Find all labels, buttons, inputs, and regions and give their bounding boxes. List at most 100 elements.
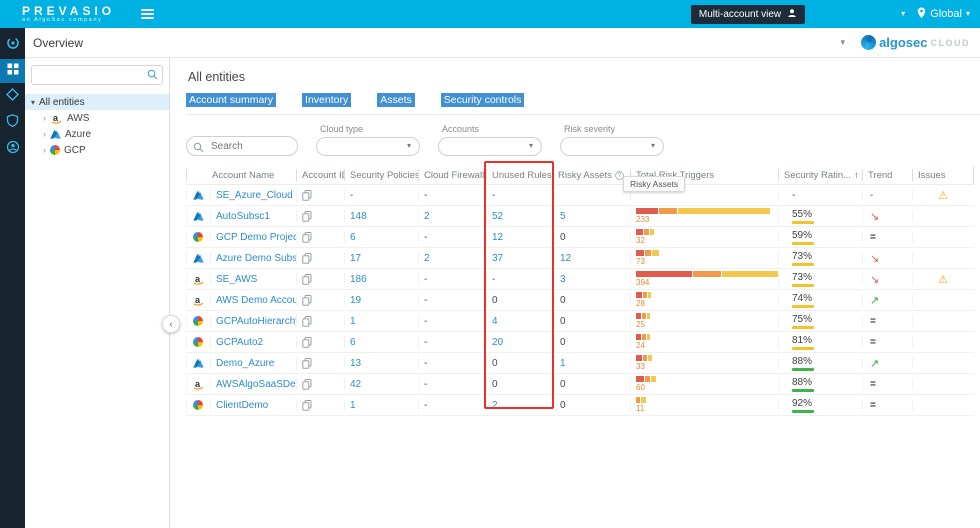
prevasio-logo: PREVASIO an AlgoSec company bbox=[22, 5, 115, 23]
account-name-link[interactable]: SE_AWS bbox=[216, 274, 257, 285]
unused-rules-value[interactable]: 4 bbox=[492, 316, 498, 327]
accounts-select[interactable]: ▾ bbox=[438, 137, 542, 156]
risk-segment-red bbox=[636, 271, 692, 277]
collapse-caret-icon[interactable]: ▾ bbox=[31, 98, 35, 107]
security-policies-value[interactable]: 13 bbox=[350, 358, 361, 369]
tab-account-summary[interactable]: Account summary bbox=[186, 93, 277, 107]
copy-icon[interactable] bbox=[302, 231, 312, 243]
tree-root-all-entities[interactable]: ▾ All entities bbox=[25, 94, 169, 110]
brand-subtitle: an AlgoSec company bbox=[22, 17, 103, 23]
copy-icon[interactable] bbox=[302, 273, 312, 285]
account-name-link[interactable]: Demo_Azure bbox=[216, 358, 274, 369]
expand-icon[interactable]: › bbox=[43, 145, 46, 155]
tree-item-azure[interactable]: › Azure bbox=[25, 126, 169, 142]
menu-icon[interactable] bbox=[141, 9, 155, 19]
region-selector[interactable]: Global ▾ bbox=[917, 7, 970, 22]
col-cloud-firewalls[interactable]: Cloud Firewalls bbox=[418, 166, 486, 184]
tab-assets[interactable]: Assets bbox=[377, 93, 415, 107]
copy-icon[interactable] bbox=[302, 336, 312, 348]
risky-assets-value: 0 bbox=[560, 315, 566, 327]
unused-rules-value[interactable]: 12 bbox=[492, 232, 503, 243]
tab-security-controls[interactable]: Security controls bbox=[440, 93, 525, 107]
table-row: ClientDemo 1 - 2 0 11 92% = bbox=[186, 395, 974, 416]
security-policies-value[interactable]: 17 bbox=[350, 253, 361, 264]
overview-caret-icon[interactable]: ▾ bbox=[841, 37, 846, 48]
risky-assets-value[interactable]: 1 bbox=[560, 358, 566, 369]
sidebar-item-assets[interactable] bbox=[0, 85, 25, 109]
account-name-link[interactable]: Azure Demo Subscriptio bbox=[216, 253, 296, 264]
col-unused-rules[interactable]: Unused Rules bbox=[486, 166, 552, 184]
unused-rules-value: 0 bbox=[492, 357, 498, 369]
security-policies-value[interactable]: 6 bbox=[350, 337, 356, 348]
account-name-cell: AWSAlgoSaaSDevAccou bbox=[210, 374, 296, 394]
security-policies-value[interactable]: 186 bbox=[350, 274, 367, 285]
collapse-panel-button[interactable]: ‹ bbox=[162, 315, 180, 333]
account-name-link[interactable]: AWS Demo Account bbox=[216, 295, 296, 306]
col-issues[interactable]: Issues bbox=[912, 166, 974, 184]
copy-icon[interactable] bbox=[302, 189, 312, 201]
copy-icon[interactable] bbox=[302, 315, 312, 327]
cloud-type-select[interactable]: ▾ bbox=[316, 137, 420, 156]
tree-search-input[interactable] bbox=[31, 65, 163, 85]
tree-item-gcp[interactable]: › GCP bbox=[25, 142, 169, 158]
provider-cell bbox=[186, 206, 210, 226]
risky-assets-cell: 12 bbox=[552, 248, 630, 268]
unused-rules-value[interactable]: 37 bbox=[492, 253, 503, 264]
account-name-link[interactable]: GCPAuto2 bbox=[216, 337, 263, 348]
risky-assets-value[interactable]: 3 bbox=[560, 274, 566, 285]
security-policies-value[interactable]: 148 bbox=[350, 211, 367, 222]
tree-items: › a AWS › Azure › GCP bbox=[25, 110, 169, 158]
risky-assets-value[interactable]: 12 bbox=[560, 253, 571, 264]
security-policies-value[interactable]: 19 bbox=[350, 295, 361, 306]
unused-rules-value[interactable]: 52 bbox=[492, 211, 503, 222]
gcp-icon bbox=[50, 145, 60, 155]
tree-item-aws[interactable]: › a AWS bbox=[25, 110, 169, 126]
sidebar-item-security[interactable] bbox=[0, 111, 25, 135]
copy-icon[interactable] bbox=[302, 378, 312, 390]
col-security-policies[interactable]: Security Policies bbox=[344, 166, 418, 184]
sidebar-item-home[interactable] bbox=[0, 33, 25, 57]
table-row: a SE_AWS 186 - - 3 394 73% ↘ ⚠ bbox=[186, 269, 974, 290]
cloud-firewalls-value[interactable]: 2 bbox=[424, 211, 430, 222]
sidebar-item-dashboard[interactable] bbox=[0, 59, 25, 83]
risk-trigger-bar: 11 bbox=[636, 397, 646, 413]
unused-rules-value[interactable]: 2 bbox=[492, 400, 498, 411]
cloud-firewalls-value[interactable]: 2 bbox=[424, 253, 430, 264]
copy-icon[interactable] bbox=[302, 357, 312, 369]
account-name-link[interactable]: ClientDemo bbox=[216, 400, 268, 411]
risk-severity-select[interactable]: ▾ bbox=[560, 137, 664, 156]
copy-icon[interactable] bbox=[302, 252, 312, 264]
sidebar-item-profile[interactable] bbox=[0, 137, 25, 161]
security-policies-value[interactable]: 6 bbox=[350, 232, 356, 243]
unused-rules-value[interactable]: 20 bbox=[492, 337, 503, 348]
col-risky-assets[interactable]: Risky Assets? bbox=[552, 166, 630, 184]
multi-account-view-button[interactable]: Multi-account view bbox=[690, 4, 806, 24]
copy-icon[interactable] bbox=[302, 294, 312, 306]
col-trend[interactable]: Trend bbox=[862, 166, 912, 184]
col-security-rating[interactable]: Security Ratin... ↑ bbox=[778, 166, 862, 184]
risky-assets-cell bbox=[552, 185, 630, 205]
expand-icon[interactable]: › bbox=[43, 113, 46, 123]
account-name-link[interactable]: SE_Azure_Cloud bbox=[216, 190, 293, 201]
risky-assets-value[interactable]: 5 bbox=[560, 211, 566, 222]
security-policies-value[interactable]: 1 bbox=[350, 400, 356, 411]
cloud-firewalls-cell: 2 bbox=[418, 248, 486, 268]
cloud-firewalls-value: - bbox=[424, 315, 428, 327]
region-label: Global bbox=[930, 8, 962, 20]
col-account-id[interactable]: Account ID bbox=[296, 166, 344, 184]
account-name-link[interactable]: GCPAutoHierarchy bbox=[216, 316, 296, 327]
user-menu-caret-icon[interactable]: ▾ bbox=[901, 10, 905, 18]
security-policies-value[interactable]: 42 bbox=[350, 379, 361, 390]
aws-icon: a bbox=[192, 378, 205, 390]
icon-sidebar bbox=[0, 28, 25, 528]
tab-inventory[interactable]: Inventory bbox=[302, 93, 352, 107]
account-name-link[interactable]: GCP Demo Project bbox=[216, 232, 296, 243]
col-account-name[interactable]: Account Name bbox=[186, 166, 296, 184]
expand-icon[interactable]: › bbox=[43, 129, 46, 139]
copy-icon[interactable] bbox=[302, 210, 312, 222]
security-policies-value[interactable]: 1 bbox=[350, 316, 356, 327]
risk-segment-yellow bbox=[722, 271, 778, 277]
account-name-link[interactable]: AutoSubsc1 bbox=[216, 211, 270, 222]
account-name-link[interactable]: AWSAlgoSaaSDevAccou bbox=[216, 379, 296, 390]
copy-icon[interactable] bbox=[302, 399, 312, 411]
